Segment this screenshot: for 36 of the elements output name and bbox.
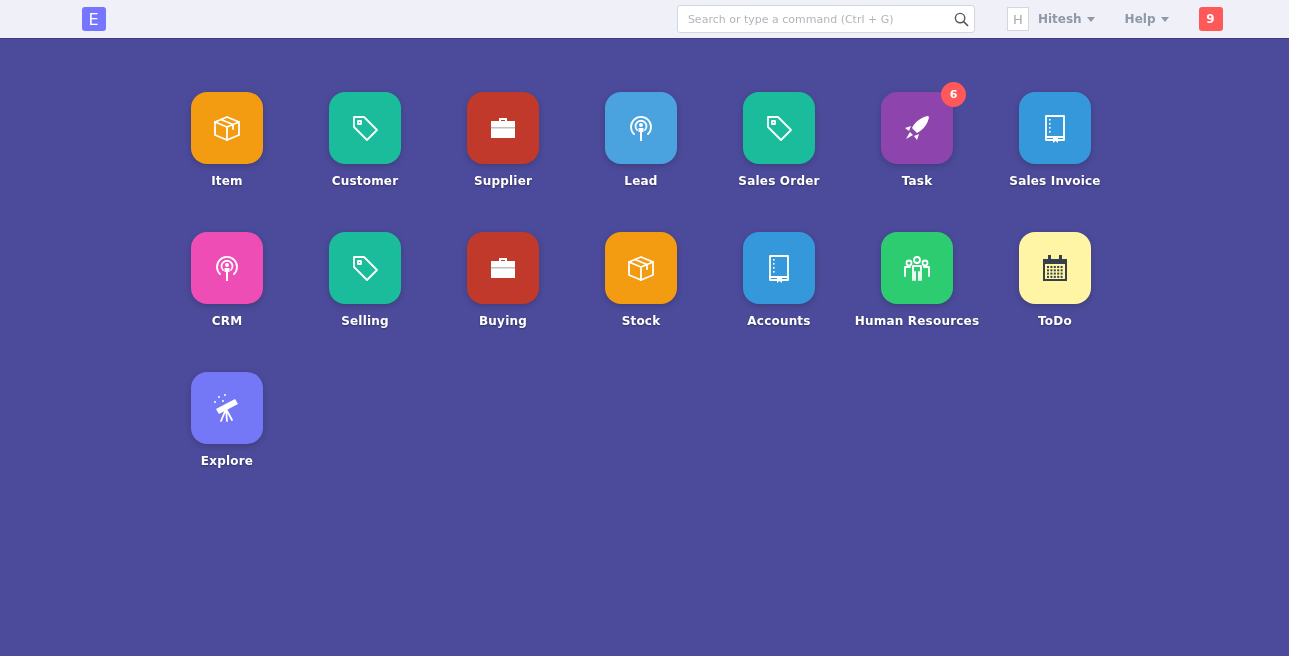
module-label[interactable]: Buying <box>479 314 527 328</box>
module-tile[interactable] <box>191 232 263 304</box>
module-label[interactable]: Selling <box>341 314 389 328</box>
module-label[interactable]: Accounts <box>747 314 811 328</box>
module-tile[interactable] <box>191 372 263 444</box>
search-field[interactable]: Search or type a command (Ctrl + G) <box>676 5 975 33</box>
module-tile[interactable] <box>1019 92 1091 164</box>
module-label[interactable]: ToDo <box>1038 314 1072 328</box>
module-tile[interactable] <box>743 92 815 164</box>
module-label[interactable]: Supplier <box>473 174 533 188</box>
module-tile[interactable] <box>191 92 263 164</box>
module-label[interactable]: Sales Invoice <box>1009 174 1101 188</box>
module-label[interactable]: Sales Order <box>738 174 820 188</box>
module-label[interactable]: Task <box>901 174 933 188</box>
module-tile[interactable] <box>743 232 815 304</box>
module-label[interactable]: CRM <box>211 314 243 328</box>
module-tile[interactable] <box>881 232 953 304</box>
caret-icon <box>1086 16 1095 22</box>
module-label[interactable]: Explore <box>200 454 254 468</box>
module-label[interactable]: Lead <box>624 174 658 188</box>
user-avatar: H <box>1006 7 1029 31</box>
module-tile[interactable] <box>605 232 677 304</box>
module-tile[interactable] <box>1019 232 1091 304</box>
module-label[interactable]: Stock <box>621 314 661 328</box>
module-tile[interactable] <box>605 92 677 164</box>
module-tile[interactable] <box>467 232 539 304</box>
count-badge: 6 <box>941 82 966 107</box>
caret-icon <box>1160 16 1169 22</box>
app-logo[interactable]: E <box>81 7 106 31</box>
module-tile[interactable] <box>329 92 401 164</box>
module-label[interactable]: Item <box>211 174 243 188</box>
search-icon <box>953 12 969 27</box>
module-label[interactable]: Customer <box>331 174 399 188</box>
module-label[interactable]: Human Resources <box>854 314 980 328</box>
module-tile[interactable] <box>467 92 539 164</box>
module-tile[interactable] <box>329 232 401 304</box>
